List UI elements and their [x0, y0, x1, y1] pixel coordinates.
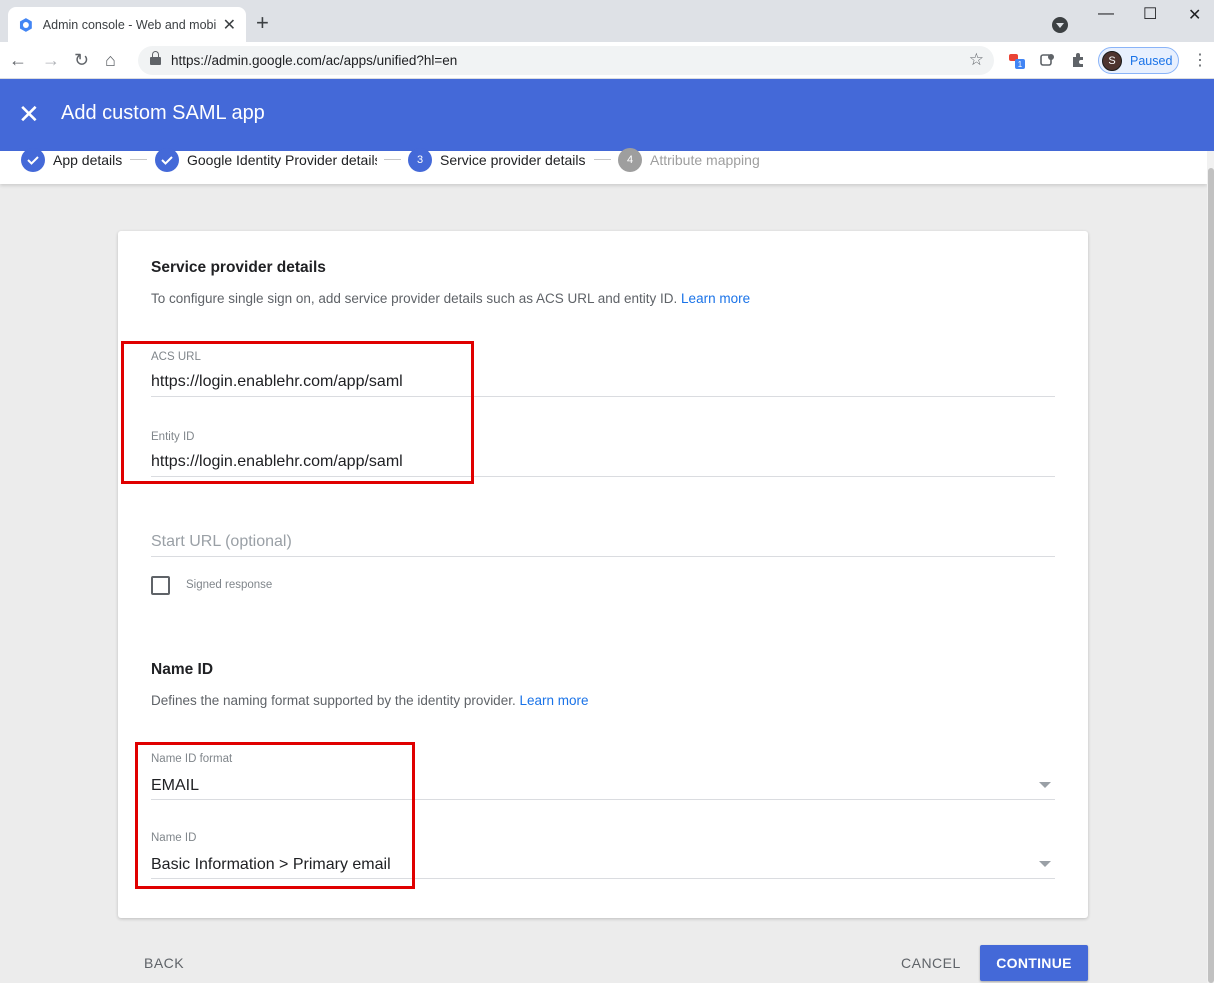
tab-close-icon[interactable]: ✕ [223, 15, 236, 35]
section-title: Service provider details [151, 259, 326, 276]
step-number: 3 [408, 148, 432, 172]
check-icon [155, 148, 179, 172]
step-label: App details [53, 152, 123, 168]
cancel-button[interactable]: CANCEL [901, 955, 961, 971]
dropdown-arrow-icon [1039, 782, 1051, 788]
step-attribute-mapping[interactable]: 4 Attribute mapping [618, 148, 760, 172]
profile-button[interactable]: S Paused [1098, 47, 1179, 74]
extension-icon[interactable] [1039, 51, 1057, 69]
admin-console-favicon-icon [19, 17, 32, 32]
step-connector [594, 159, 611, 160]
browser-menu-icon[interactable]: ⋮ [1192, 50, 1208, 70]
learn-more-link[interactable]: Learn more [519, 693, 588, 708]
step-app-details[interactable]: App details [21, 148, 122, 172]
avatar: S [1102, 50, 1122, 71]
step-service-provider[interactable]: 3 Service provider details [408, 148, 586, 172]
browser-tab[interactable]: Admin console - Web and mobile ✕ [8, 7, 246, 42]
minimize-button[interactable]: — [1098, 5, 1114, 23]
bookmark-star-icon[interactable]: ☆ [969, 50, 984, 70]
start-url-field[interactable]: Start URL (optional) [151, 529, 1055, 557]
maximize-button[interactable]: ☐ [1143, 4, 1157, 24]
dropdown-arrow-icon [1039, 861, 1051, 867]
section-title: Name ID [151, 661, 214, 678]
close-icon[interactable]: ✕ [18, 101, 40, 127]
browser-toolbar: ← → ↻ ⌂ https://admin.google.com/ac/apps… [0, 42, 1214, 79]
forward-arrow-icon[interactable]: → [42, 50, 60, 71]
signed-response-checkbox[interactable] [151, 576, 170, 595]
scrollbar-thumb[interactable] [1208, 168, 1214, 983]
step-idp-details[interactable]: Google Identity Provider details [155, 148, 377, 172]
address-bar[interactable]: https://admin.google.com/ac/apps/unified… [138, 46, 994, 75]
new-tab-button[interactable]: + [256, 10, 269, 36]
highlight-box-name-id [135, 742, 415, 889]
checkbox-label: Signed response [186, 579, 273, 591]
continue-button[interactable]: CONTINUE [980, 945, 1088, 981]
lock-icon [150, 51, 161, 66]
check-icon [21, 148, 45, 172]
browser-tabstrip: Admin console - Web and mobile ✕ + — ☐ ✕ [0, 0, 1214, 42]
stepper: App details Google Identity Provider det… [0, 148, 1207, 184]
section-description: To configure single sign on, add service… [151, 291, 751, 306]
extension-badge-icon[interactable]: 1 [1008, 51, 1026, 69]
highlight-box-urls [121, 341, 474, 484]
step-label: Google Identity Provider details [187, 152, 377, 168]
svg-text:1: 1 [1018, 60, 1023, 69]
app-header: ✕ Add custom SAML app [0, 79, 1214, 151]
tab-search-icon[interactable] [1052, 17, 1068, 33]
field-placeholder: Start URL (optional) [151, 533, 292, 550]
url-text: https://admin.google.com/ac/apps/unified… [171, 53, 458, 68]
extensions-puzzle-icon[interactable] [1070, 51, 1088, 69]
reload-icon[interactable]: ↻ [74, 50, 89, 71]
back-arrow-icon[interactable]: ← [9, 50, 27, 71]
page-title: Add custom SAML app [61, 102, 265, 124]
home-icon[interactable]: ⌂ [105, 50, 116, 71]
step-number: 4 [618, 148, 642, 172]
window-close-button[interactable]: ✕ [1188, 5, 1201, 25]
step-label: Attribute mapping [650, 152, 760, 168]
learn-more-link[interactable]: Learn more [681, 291, 750, 306]
step-label: Service provider details [440, 152, 586, 168]
profile-status: Paused [1130, 53, 1173, 68]
tab-title: Admin console - Web and mobile [42, 17, 217, 32]
back-button[interactable]: BACK [144, 955, 184, 971]
section-description: Defines the naming format supported by t… [151, 693, 589, 708]
step-connector [384, 159, 401, 160]
step-connector [130, 159, 147, 160]
